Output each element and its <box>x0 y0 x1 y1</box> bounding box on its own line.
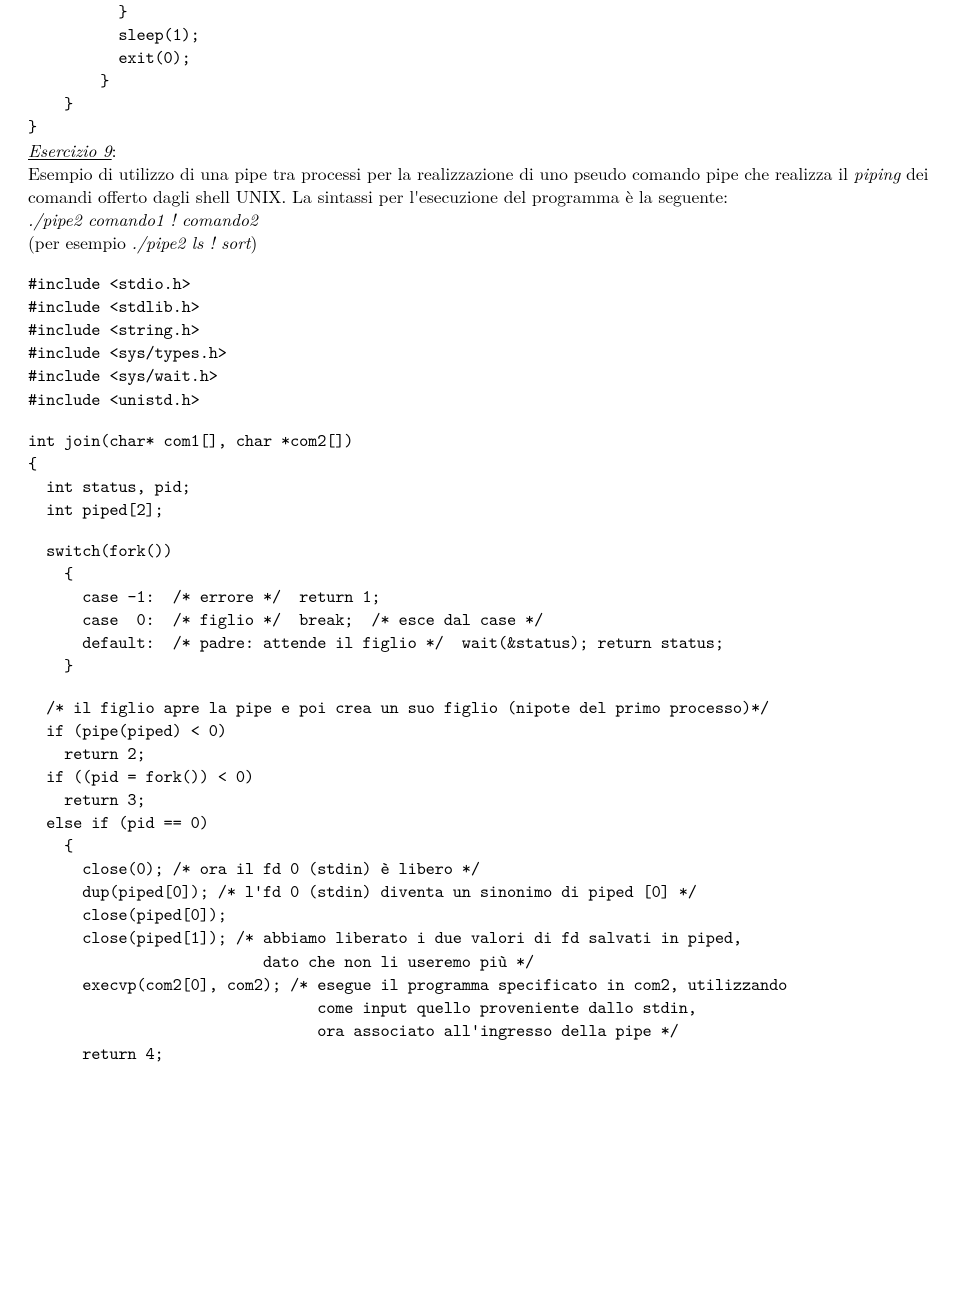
code-includes: #include <stdio.h> #include <stdlib.h> #… <box>28 272 932 411</box>
code-function-header: int join(char* com1[], char *com2[]) { i… <box>28 429 932 521</box>
exercise-label: Esercizio 9 <box>28 138 112 163</box>
exercise-description: Esempio di utilizzo di una pipe tra proc… <box>28 162 932 208</box>
example-line: (per esempio ./pipe2 ls ! sort) <box>28 231 932 254</box>
code-snippet-top: } sleep(1); exit(0); } } } <box>28 0 932 139</box>
desc-part1: Esempio di utilizzo di una pipe tra proc… <box>28 161 854 186</box>
code-child-block: /* il figlio apre la pipe e poi crea un … <box>28 696 932 1066</box>
usage-line: ./pipe2 comando1 ! comando2 <box>28 208 932 231</box>
example-italic: ./pipe2 ls ! sort <box>132 230 251 255</box>
example-after: ) <box>250 230 257 255</box>
desc-italic-piping: piping <box>854 161 901 186</box>
example-before: (per esempio <box>28 230 132 255</box>
code-switch-block: switch(fork()) { case -1: /* errore */ r… <box>28 539 932 678</box>
exercise-heading: Esercizio 9: <box>28 139 932 162</box>
exercise-label-colon: : <box>112 138 117 163</box>
